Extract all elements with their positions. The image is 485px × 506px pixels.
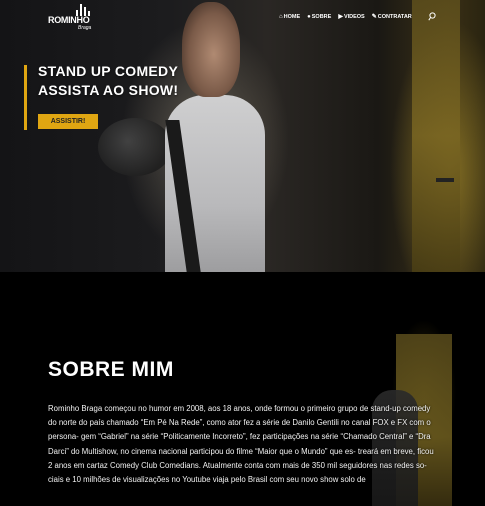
- hero-accent-bar: [24, 65, 27, 130]
- nav-item-label: HOME: [283, 13, 301, 20]
- section-title: SOBRE MIM: [48, 358, 174, 381]
- user-icon: ●: [307, 13, 311, 20]
- assistir-button[interactable]: ASSISTIR!: [38, 114, 98, 129]
- home-icon: ⌂: [279, 13, 283, 20]
- sobre-section: SOBRE MIM Rominho Braga começou no humor…: [0, 272, 485, 506]
- door-handle-image: [436, 178, 454, 182]
- logo-subtitle: Braga: [78, 25, 92, 31]
- search-icon[interactable]: [428, 12, 436, 21]
- bio-text: Rominho Braga começou no humor em 2008, …: [48, 404, 434, 485]
- nav-item-videos[interactable]: ▶ VIDEOS: [338, 13, 365, 21]
- hero-section: STAND UP COMEDY ASSISTA AO SHOW! ASSISTI…: [0, 0, 485, 272]
- hero-title: STAND UP COMEDY ASSISTA AO SHOW!: [38, 62, 178, 100]
- megaphone-icon: ✎: [371, 14, 377, 20]
- microphone-image: [98, 118, 172, 176]
- site-logo[interactable]: ROMINHO Braga: [48, 4, 108, 34]
- logo-name: ROMINHO: [48, 15, 90, 25]
- hero-title-line2: ASSISTA AO SHOW!: [38, 82, 179, 98]
- stage-door-image: [412, 0, 460, 272]
- nav-item-label: SOBRE: [311, 13, 332, 20]
- nav-item-sobre[interactable]: ● SOBRE: [307, 13, 331, 20]
- nav-item-home[interactable]: ⌂ HOME: [279, 13, 300, 20]
- video-icon: ▶: [338, 14, 343, 20]
- hero-title-line1: STAND UP COMEDY: [38, 63, 179, 79]
- main-nav: ⌂ HOME ● SOBRE ▶ VIDEOS ✎ CONTRATAR: [279, 13, 412, 21]
- nav-item-contratar[interactable]: ✎ CONTRATAR: [371, 13, 412, 21]
- comedian-head-image: [182, 2, 240, 97]
- nav-item-label: CONTRATAR: [377, 13, 412, 20]
- nav-item-label: VIDEOS: [343, 13, 365, 20]
